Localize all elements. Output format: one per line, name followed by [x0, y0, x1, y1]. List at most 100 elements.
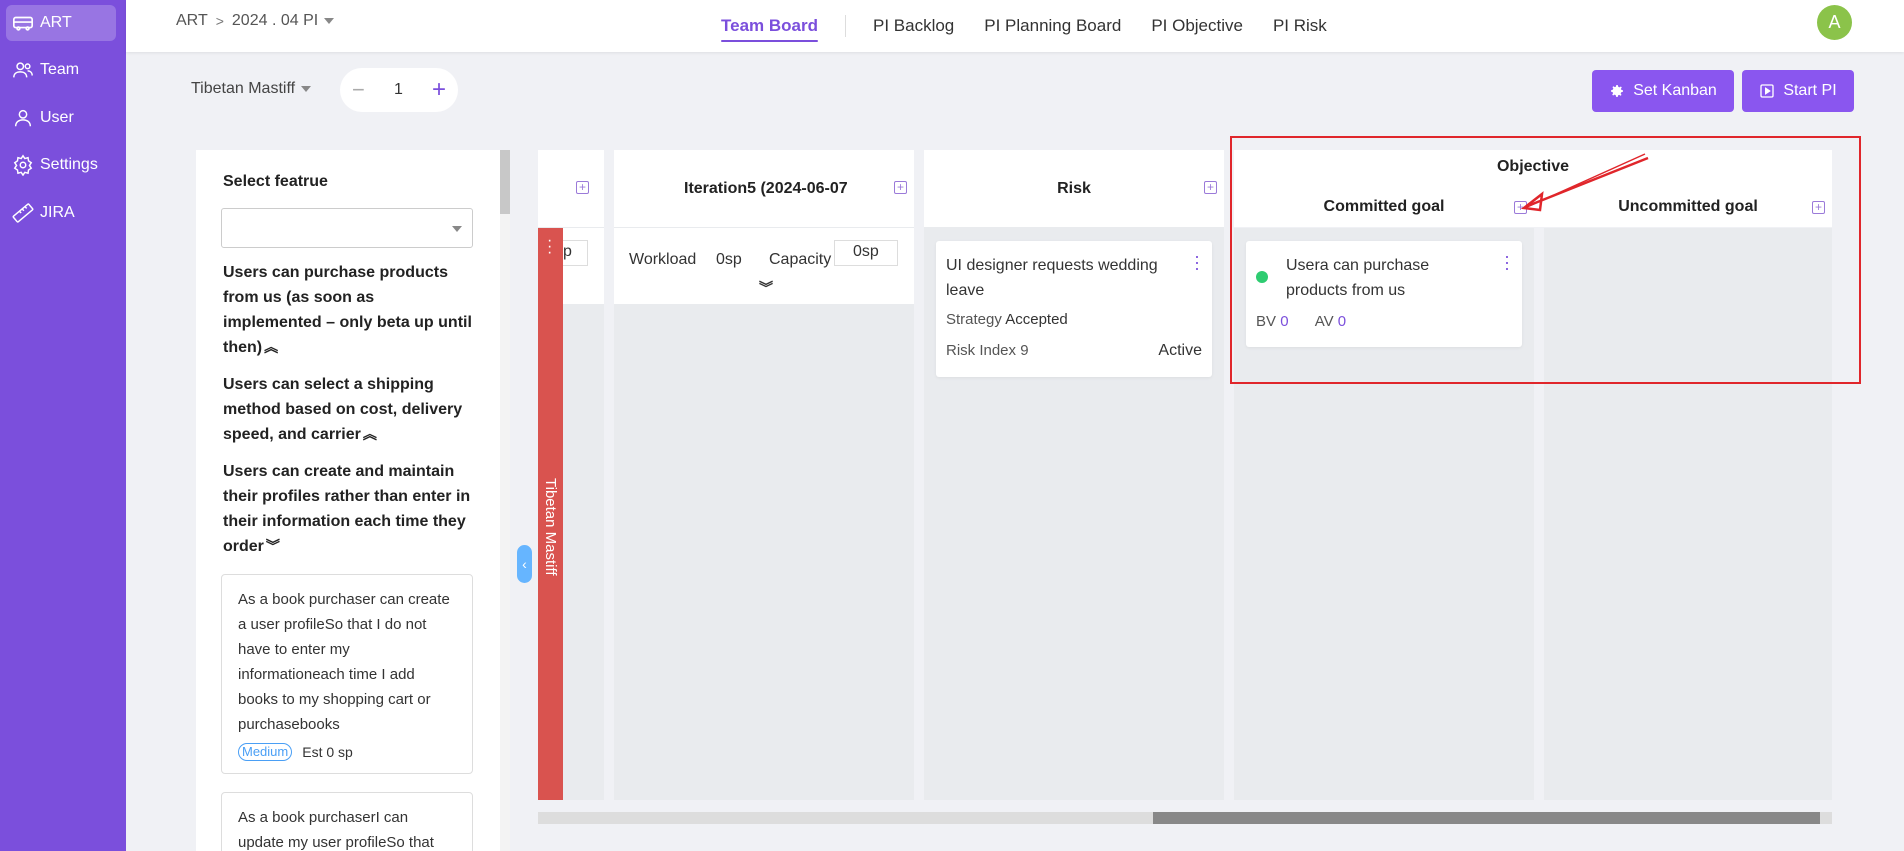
feature-title: Users can purchase products from us (as …: [223, 264, 472, 356]
workload-label: Workload: [629, 251, 697, 268]
sidebar-item-art[interactable]: ART: [6, 5, 116, 41]
capacity-input[interactable]: 0sp: [834, 240, 898, 266]
objective-card-title: Usera can purchase products from us: [1286, 257, 1430, 299]
user-icon: [14, 109, 32, 127]
gear-icon: [1611, 85, 1624, 97]
column-iteration: Iteration5 (2024-06-07 + Workload 0sp Ca…: [614, 150, 914, 800]
add-icon[interactable]: +: [576, 181, 589, 194]
add-committed-goal-icon[interactable]: +: [1514, 201, 1527, 214]
risk-index-value: 9: [1020, 342, 1029, 359]
chevron-up-icon[interactable]: ︽: [363, 422, 377, 447]
risk-title: Risk: [924, 150, 1224, 227]
workload-row: Workload 0sp Capacity 0sp ︾: [614, 228, 914, 304]
collapse-panel-icon[interactable]: ‹: [517, 545, 532, 583]
add-uncommitted-goal-icon[interactable]: +: [1812, 201, 1825, 214]
minus-icon[interactable]: −: [352, 77, 365, 103]
sidebar-item-settings[interactable]: Settings: [6, 147, 116, 183]
team-icon: [13, 62, 33, 78]
sidebar-item-team[interactable]: Team: [6, 52, 116, 88]
objective-title: Objective: [1496, 158, 1570, 175]
tab-team-board[interactable]: Team Board: [706, 0, 833, 52]
uncommitted-goal-title: Uncommitted goal: [1618, 198, 1758, 215]
add-risk-icon[interactable]: +: [1204, 181, 1217, 194]
feature-title: Users can select a shipping method based…: [223, 376, 463, 443]
avatar[interactable]: A: [1817, 5, 1852, 40]
column-partial: + p · · · Tibetan Mastiff: [538, 150, 604, 800]
tab-pi-objective[interactable]: PI Objective: [1136, 0, 1258, 52]
board-scrollbar-thumb[interactable]: [1153, 812, 1820, 824]
bv-value: 0: [1280, 313, 1289, 330]
expand-icon[interactable]: ︾: [759, 278, 773, 298]
team-board: + p · · · Tibetan Mastiff Iteration5 (2024…: [538, 150, 1832, 800]
sidebar-item-label: User: [40, 109, 74, 126]
add-icon[interactable]: +: [894, 181, 907, 194]
risk-strategy: Strategy Accepted: [946, 311, 1202, 328]
stepper-value[interactable]: 1: [394, 81, 403, 99]
strategy-label: Strategy: [946, 311, 1002, 328]
set-kanban-button[interactable]: Set Kanban: [1592, 70, 1734, 112]
select-feature-label: Select featrue: [223, 173, 328, 190]
feature-title: Users can create and maintain their prof…: [223, 463, 471, 555]
pi-selector[interactable]: 2024 . 04 PI: [231, 12, 335, 30]
story-text: As a book purchaserI can update my user …: [238, 809, 434, 851]
more-icon[interactable]: · · ·: [1504, 247, 1510, 277]
sidebar-item-jira[interactable]: JIRA: [6, 195, 116, 231]
risk-card[interactable]: · · · UI designer requests wedding leave S…: [936, 241, 1212, 377]
sidebar-item-label: Team: [40, 61, 80, 78]
strategy-value: Accepted: [1005, 311, 1068, 328]
iteration-title: Iteration5 (2024-06-07: [614, 150, 914, 227]
team-band-label: Tibetan Mastiff: [542, 478, 559, 576]
feature-item[interactable]: Users can create and maintain their prof…: [223, 459, 473, 559]
tab-pi-planning-board[interactable]: PI Planning Board: [969, 0, 1136, 52]
story-text: As a book purchaser can create a user pr…: [238, 591, 450, 733]
plus-icon[interactable]: +: [432, 76, 446, 104]
risk-footer: Risk Index 9 Active: [946, 342, 1202, 360]
priority-badge: Medium: [238, 743, 293, 761]
more-icon[interactable]: · · ·: [547, 233, 552, 261]
play-icon: [1760, 84, 1774, 98]
pi-label: 2024 . 04 PI: [231, 12, 319, 29]
gear-icon: [13, 154, 33, 176]
chevron-down-icon[interactable]: ︾: [266, 534, 280, 559]
bus-icon: [13, 16, 33, 31]
tab-pi-backlog[interactable]: PI Backlog: [858, 0, 969, 52]
breadcrumb: ART > 2024 . 04 PI: [176, 12, 335, 30]
av-value: 0: [1337, 313, 1347, 330]
tab-pi-risk[interactable]: PI Risk: [1258, 0, 1342, 52]
chevron-down-icon: [301, 85, 312, 92]
breadcrumb-separator: >: [215, 13, 224, 29]
iteration-stepper: − 1 +: [340, 68, 458, 112]
sidebar-item-user[interactable]: User: [6, 100, 116, 136]
committed-goal-title: Committed goal: [1323, 198, 1445, 215]
start-pi-button[interactable]: Start PI: [1742, 70, 1854, 112]
column-header: [538, 150, 604, 227]
feature-item[interactable]: Users can purchase products from us (as …: [223, 260, 473, 360]
column-risk: Risk + · · · UI designer requests wedding …: [924, 150, 1224, 800]
chevron-up-icon[interactable]: ︽: [264, 335, 278, 360]
story-meta: Medium Est 0 sp: [238, 743, 456, 761]
tab-divider: [845, 15, 846, 37]
objective-card[interactable]: · · · Usera can purchase products from us …: [1246, 241, 1522, 347]
feature-select[interactable]: [221, 208, 473, 248]
sidebar-item-label: Settings: [40, 156, 98, 173]
risk-index: Risk Index 9: [946, 342, 1029, 360]
breadcrumb-root[interactable]: ART: [176, 12, 208, 30]
start-pi-label: Start PI: [1783, 82, 1837, 99]
top-bar: ART > 2024 . 04 PI Team Board PI Backlog…: [126, 0, 1904, 52]
story-card[interactable]: As a book purchaser can create a user pr…: [221, 574, 473, 774]
objective-values: BV 0 AV 0: [1256, 313, 1512, 330]
story-estimate: Est 0 sp: [302, 744, 353, 760]
more-icon[interactable]: · · ·: [1194, 247, 1200, 277]
nav-tabs: Team Board PI Backlog PI Planning Board …: [706, 0, 1342, 52]
set-kanban-label: Set Kanban: [1633, 82, 1717, 99]
feature-panel: Select featrue Users can purchase produc…: [196, 150, 510, 851]
workload-value: 0sp: [716, 251, 742, 268]
status-dot: [1256, 271, 1268, 283]
team-selector[interactable]: Tibetan Mastiff: [191, 80, 312, 98]
capacity-label: Capacity: [769, 251, 832, 268]
risk-status: Active: [1158, 342, 1202, 359]
feature-scrollbar[interactable]: [500, 150, 510, 851]
feature-item[interactable]: Users can select a shipping method based…: [223, 372, 473, 447]
feature-scrollbar-thumb[interactable]: [500, 150, 510, 214]
story-card[interactable]: As a book purchaserI can update my user …: [221, 792, 473, 851]
